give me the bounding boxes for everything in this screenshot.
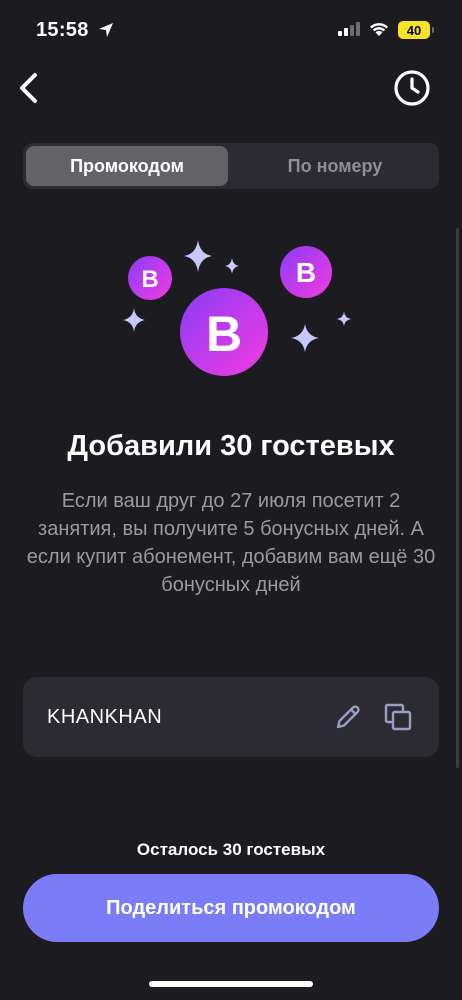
bonus-illustration: B B B <box>123 240 351 376</box>
scroll-indicator <box>456 228 459 768</box>
svg-text:B: B <box>141 266 158 293</box>
battery-icon: 40 <box>398 21 434 39</box>
home-indicator[interactable] <box>149 981 313 987</box>
location-arrow-icon <box>99 23 113 37</box>
svg-text:B: B <box>296 257 316 288</box>
tab-by-number[interactable]: По номеру <box>234 146 436 186</box>
share-promo-button[interactable]: Поделиться промокодом <box>23 874 439 942</box>
back-button[interactable] <box>8 66 48 110</box>
svg-text:B: B <box>206 306 242 362</box>
status-time: 15:58 <box>36 19 89 41</box>
clock-icon <box>394 70 430 106</box>
signal-icon <box>338 22 360 36</box>
copy-promo-button[interactable] <box>380 699 416 735</box>
chevron-left-icon <box>20 73 37 103</box>
history-button[interactable] <box>390 66 434 110</box>
b-coin-icon: B <box>180 288 268 376</box>
b-coin-icon: B <box>280 246 332 298</box>
edit-promo-button[interactable] <box>330 699 366 735</box>
promo-code-value[interactable]: KHANKHAN <box>47 706 162 729</box>
tab-promocode[interactable]: Промокодом <box>26 146 228 186</box>
copy-icon <box>384 703 412 731</box>
remaining-guests-text: Осталось 30 гостевых <box>136 840 326 859</box>
b-coin-icon: B <box>128 256 172 300</box>
mode-segmented-control: Промокодом По номеру <box>23 143 439 189</box>
promo-code-card: KHANKHAN <box>23 677 439 757</box>
wifi-icon <box>370 23 388 36</box>
pencil-icon <box>336 705 360 729</box>
page-title: Добавили 30 гостевых <box>67 430 395 462</box>
status-bar: 15:58 40 <box>0 0 462 62</box>
description-text: Если ваш друг до 27 июля посетит 2 занят… <box>26 490 436 596</box>
